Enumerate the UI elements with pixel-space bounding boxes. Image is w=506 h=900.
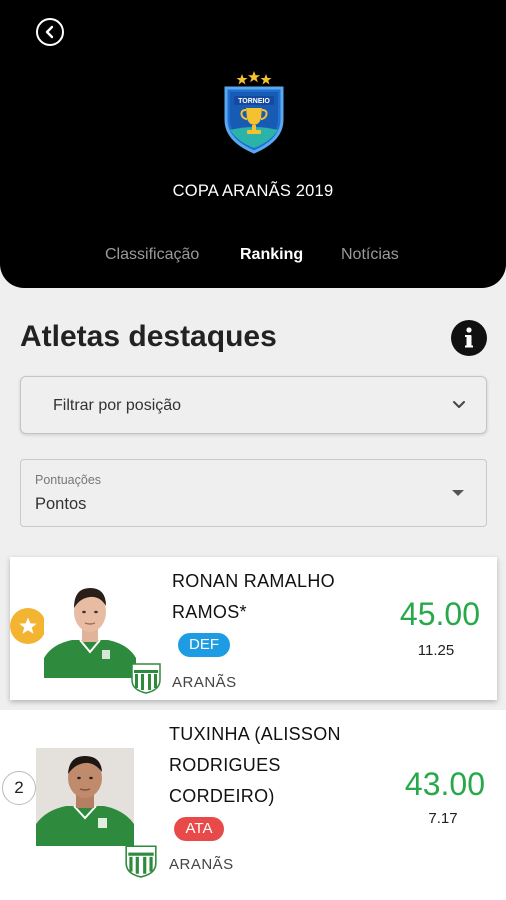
info-icon bbox=[465, 327, 473, 348]
star-icon bbox=[19, 617, 37, 634]
athlete-team: ARANÃS bbox=[169, 856, 234, 873]
position-badge: ATA bbox=[174, 817, 224, 841]
rank-badge bbox=[10, 608, 46, 644]
athlete-photo bbox=[44, 578, 136, 678]
tab-bar: Classificação Ranking Notícias bbox=[0, 246, 506, 268]
chevron-left-icon bbox=[45, 25, 54, 39]
athlete-points: 43.00 bbox=[404, 766, 485, 802]
page-title: COPA ARANÃS 2019 bbox=[172, 182, 334, 200]
info-button[interactable] bbox=[451, 320, 487, 356]
athlete-name: TUXINHA (ALISSON RODRIGUES CORDEIRO) bbox=[169, 724, 341, 806]
section-title: Atletas destaques bbox=[20, 320, 277, 353]
chevron-down-icon bbox=[453, 401, 465, 408]
score-select-label: Pontuações bbox=[35, 473, 102, 487]
back-button[interactable] bbox=[36, 18, 64, 46]
athlete-average: 11.25 bbox=[417, 642, 455, 659]
score-type-select[interactable]: Pontuações Pontos bbox=[20, 459, 487, 527]
tab-classificacao[interactable]: Classificação bbox=[105, 246, 199, 264]
rank-badge: 2 bbox=[2, 771, 36, 805]
position-filter-dropdown[interactable]: Filtrar por posição bbox=[20, 376, 487, 434]
score-select-value: Pontos bbox=[35, 495, 87, 513]
club-crest-icon bbox=[125, 845, 157, 878]
athlete-name: RONAN RAMALHO RAMOS* bbox=[172, 571, 335, 622]
athlete-team: ARANÃS bbox=[172, 674, 237, 691]
athlete-points: 45.00 bbox=[399, 596, 480, 632]
athlete-average: 7.17 bbox=[428, 810, 458, 827]
tournament-logo: TORNEIO bbox=[224, 71, 284, 154]
dropdown-arrow-icon bbox=[452, 490, 464, 496]
tab-ranking[interactable]: Ranking bbox=[240, 246, 303, 264]
athlete-photo bbox=[36, 748, 134, 846]
app-header: TORNEIO COPA ARANÃS 2019 Classificação R… bbox=[0, 0, 506, 288]
position-filter-label: Filtrar por posição bbox=[53, 397, 182, 414]
club-crest-icon bbox=[131, 663, 161, 694]
position-badge: DEF bbox=[178, 633, 230, 657]
tab-noticias[interactable]: Notícias bbox=[341, 246, 399, 264]
logo-text: TORNEIO bbox=[238, 98, 270, 105]
